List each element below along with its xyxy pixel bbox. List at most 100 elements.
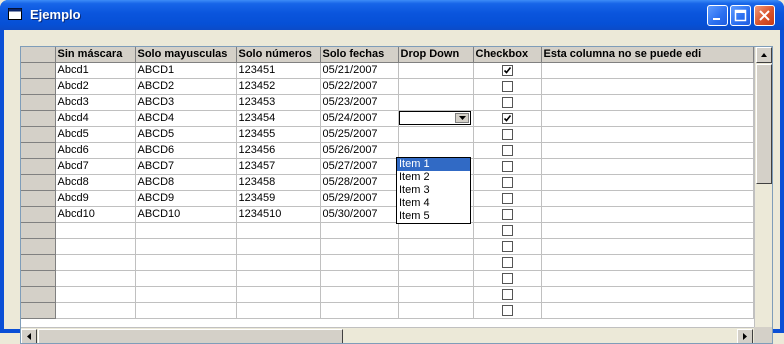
grid-cell[interactable]: 123457 bbox=[236, 158, 321, 175]
grid-cell[interactable]: ABCD8 bbox=[135, 174, 237, 191]
title-bar[interactable]: Ejemplo bbox=[0, 0, 784, 30]
grid-cell[interactable] bbox=[55, 286, 136, 303]
grid-cell[interactable] bbox=[320, 254, 399, 271]
grid-cell[interactable] bbox=[236, 270, 321, 287]
checkbox[interactable] bbox=[501, 224, 513, 236]
row-header[interactable] bbox=[21, 62, 56, 79]
grid-cell[interactable]: ABCD9 bbox=[135, 190, 237, 207]
horizontal-scrollbar[interactable] bbox=[21, 327, 754, 343]
checkbox-cell[interactable] bbox=[473, 206, 542, 223]
table-row[interactable]: Abcd2 ABCD2 123452 05/22/2007 bbox=[21, 78, 754, 95]
table-row[interactable]: Abcd5 ABCD5 123455 05/25/2007 bbox=[21, 126, 754, 143]
row-header[interactable] bbox=[21, 190, 56, 207]
grid-cell[interactable]: 123452 bbox=[236, 78, 321, 95]
grid-cell[interactable] bbox=[541, 222, 754, 239]
checkbox-cell[interactable] bbox=[473, 62, 542, 79]
grid-cell[interactable] bbox=[236, 222, 321, 239]
checkbox[interactable] bbox=[501, 112, 513, 124]
minimize-button[interactable] bbox=[707, 5, 728, 26]
row-header[interactable] bbox=[21, 126, 56, 143]
dropdown-cell[interactable] bbox=[398, 286, 474, 303]
grid-cell[interactable] bbox=[541, 78, 754, 95]
grid-cell[interactable] bbox=[135, 254, 237, 271]
dropdown-item[interactable]: Item 3 bbox=[397, 184, 470, 197]
grid-cell[interactable]: 123456 bbox=[236, 142, 321, 159]
checkbox[interactable] bbox=[501, 256, 513, 268]
checkbox-cell[interactable] bbox=[473, 238, 542, 255]
grid-cell[interactable]: 123455 bbox=[236, 126, 321, 143]
grid-cell[interactable] bbox=[135, 302, 237, 319]
dropdown-item[interactable]: Item 4 bbox=[397, 197, 470, 210]
window-icon[interactable] bbox=[8, 8, 22, 20]
grid-cell[interactable]: 05/24/2007 bbox=[320, 110, 399, 127]
checkbox[interactable] bbox=[501, 208, 513, 220]
dropdown-cell[interactable] bbox=[398, 222, 474, 239]
row-header[interactable] bbox=[21, 206, 56, 223]
row-header[interactable] bbox=[21, 302, 56, 319]
table-row[interactable]: Abcd4 ABCD4 123454 05/24/2007 bbox=[21, 110, 754, 127]
grid-cell[interactable]: ABCD10 bbox=[135, 206, 237, 223]
dropdown-cell[interactable] bbox=[398, 94, 474, 111]
table-row[interactable] bbox=[21, 238, 754, 255]
grid-cell[interactable]: ABCD6 bbox=[135, 142, 237, 159]
grid-cell[interactable] bbox=[320, 302, 399, 319]
grid-cell[interactable] bbox=[55, 254, 136, 271]
checkbox[interactable] bbox=[501, 160, 513, 172]
row-header[interactable] bbox=[21, 222, 56, 239]
checkbox-cell[interactable] bbox=[473, 126, 542, 143]
table-row[interactable] bbox=[21, 286, 754, 303]
checkbox-cell[interactable] bbox=[473, 142, 542, 159]
dropdown-list[interactable]: Item 1 Item 2 Item 3 Item 4 Item 5 bbox=[396, 157, 471, 224]
grid-cell[interactable] bbox=[55, 270, 136, 287]
row-header[interactable] bbox=[21, 174, 56, 191]
grid-cell[interactable]: ABCD1 bbox=[135, 62, 237, 79]
grid-cell[interactable]: Abcd8 bbox=[55, 174, 136, 191]
grid-cell[interactable]: 123453 bbox=[236, 94, 321, 111]
grid-cell[interactable]: Abcd2 bbox=[55, 78, 136, 95]
table-row[interactable] bbox=[21, 302, 754, 319]
checkbox[interactable] bbox=[501, 240, 513, 252]
column-header[interactable]: Checkbox bbox=[473, 47, 542, 63]
grid-cell[interactable] bbox=[55, 302, 136, 319]
row-header[interactable] bbox=[21, 78, 56, 95]
row-header[interactable] bbox=[21, 238, 56, 255]
grid-cell[interactable]: 05/27/2007 bbox=[320, 158, 399, 175]
grid-cell[interactable]: 123454 bbox=[236, 110, 321, 127]
checkbox[interactable] bbox=[501, 80, 513, 92]
dropdown-cell[interactable] bbox=[398, 78, 474, 95]
table-row[interactable]: Abcd6 ABCD6 123456 05/26/2007 bbox=[21, 142, 754, 159]
checkbox[interactable] bbox=[501, 128, 513, 140]
grid-cell[interactable]: 05/26/2007 bbox=[320, 142, 399, 159]
checkbox-cell[interactable] bbox=[473, 110, 542, 127]
checkbox[interactable] bbox=[501, 272, 513, 284]
column-header[interactable]: Solo fechas bbox=[320, 47, 399, 63]
table-row[interactable]: Abcd9 ABCD9 123459 05/29/2007 bbox=[21, 190, 754, 207]
checkbox[interactable] bbox=[501, 176, 513, 188]
table-row[interactable]: Abcd1 ABCD1 123451 05/21/2007 bbox=[21, 62, 754, 79]
column-header[interactable]: Solo números bbox=[236, 47, 321, 63]
grid-cell[interactable]: 05/22/2007 bbox=[320, 78, 399, 95]
checkbox[interactable] bbox=[501, 288, 513, 300]
grid-cell[interactable] bbox=[541, 206, 754, 223]
grid-cell[interactable]: 1234510 bbox=[236, 206, 321, 223]
table-row[interactable]: Abcd3 ABCD3 123453 05/23/2007 bbox=[21, 94, 754, 111]
grid-cell[interactable]: ABCD7 bbox=[135, 158, 237, 175]
scroll-right-button[interactable] bbox=[737, 329, 753, 343]
row-header[interactable] bbox=[21, 94, 56, 111]
checkbox[interactable] bbox=[501, 96, 513, 108]
table-row[interactable]: Abcd8 ABCD8 123458 05/28/2007 bbox=[21, 174, 754, 191]
row-header[interactable] bbox=[21, 254, 56, 271]
grid-cell[interactable] bbox=[55, 222, 136, 239]
table-row[interactable] bbox=[21, 254, 754, 271]
grid-cell[interactable]: 123459 bbox=[236, 190, 321, 207]
checkbox[interactable] bbox=[501, 64, 513, 76]
checkbox-cell[interactable] bbox=[473, 174, 542, 191]
grid-cell[interactable] bbox=[320, 286, 399, 303]
grid-cell[interactable]: 05/30/2007 bbox=[320, 206, 399, 223]
grid-cell[interactable]: Abcd6 bbox=[55, 142, 136, 159]
maximize-button[interactable] bbox=[730, 5, 751, 26]
grid-cell[interactable]: Abcd4 bbox=[55, 110, 136, 127]
table-row[interactable]: Abcd7 ABCD7 123457 05/27/2007 bbox=[21, 158, 754, 175]
vertical-scroll-thumb[interactable] bbox=[756, 64, 772, 184]
checkbox[interactable] bbox=[501, 144, 513, 156]
